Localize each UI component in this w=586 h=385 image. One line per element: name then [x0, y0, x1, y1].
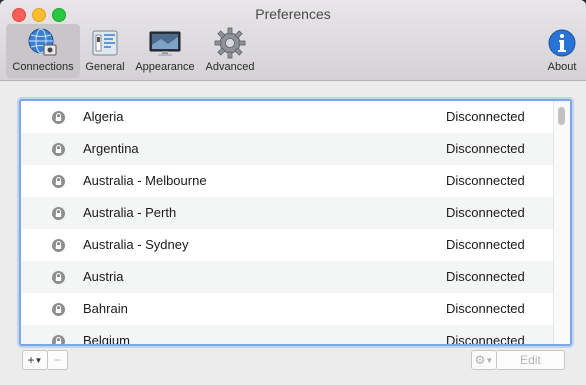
remove-label: −	[53, 353, 61, 367]
connection-status: Disconnected	[446, 109, 525, 124]
connections-list[interactable]: Algeria Disconnected Argentina Disconnec…	[19, 99, 572, 346]
lock-icon	[52, 143, 65, 156]
lock-icon	[52, 239, 65, 252]
list-item[interactable]: Argentina Disconnected	[21, 133, 570, 165]
lock-icon	[52, 335, 65, 344]
gear-icon: ⚙	[474, 353, 486, 367]
lock-icon	[52, 175, 65, 188]
titlebar: Preferences Connections General Appearan…	[0, 0, 586, 81]
toolbar-general[interactable]: General	[82, 24, 128, 78]
country-name: Australia - Melbourne	[83, 173, 207, 188]
country-name: Argentina	[83, 141, 139, 156]
country-name: Austria	[83, 269, 124, 284]
lock-icon	[52, 207, 65, 220]
add-label: +	[27, 353, 35, 367]
list-item[interactable]: Australia - Sydney Disconnected	[21, 229, 570, 261]
monitor-icon	[149, 27, 181, 59]
connection-status: Disconnected	[446, 237, 525, 252]
country-name: Australia - Sydney	[83, 237, 189, 252]
connection-status: Disconnected	[446, 333, 525, 346]
action-menu-button[interactable]: ⚙▼	[471, 350, 497, 370]
list-item[interactable]: Algeria Disconnected	[21, 101, 570, 133]
globe-network-icon	[27, 27, 59, 59]
gear-icon	[214, 27, 246, 59]
lock-icon	[52, 111, 65, 124]
vertical-scrollbar[interactable]	[553, 101, 570, 344]
add-connection-button[interactable]: +▼	[22, 350, 48, 370]
toolbar-advanced[interactable]: Advanced	[202, 24, 258, 78]
country-name: Bahrain	[83, 301, 128, 316]
list-item[interactable]: Austria Disconnected	[21, 261, 570, 293]
chevron-down-icon: ▼	[34, 356, 43, 365]
toolbar-general-label: General	[85, 61, 125, 73]
country-name: Belgium	[83, 333, 130, 346]
connection-status: Disconnected	[446, 269, 525, 284]
list-item[interactable]: Bahrain Disconnected	[21, 293, 570, 325]
connection-status: Disconnected	[446, 301, 525, 316]
list-item[interactable]: Australia - Perth Disconnected	[21, 197, 570, 229]
toolbar-connections-label: Connections	[12, 61, 74, 73]
switch-panel-icon	[89, 27, 121, 59]
connection-status: Disconnected	[446, 173, 525, 188]
toolbar-about-label: About	[547, 61, 577, 73]
info-icon	[546, 27, 578, 59]
country-name: Australia - Perth	[83, 205, 177, 220]
toolbar-appearance-label: Appearance	[135, 61, 195, 73]
connection-status: Disconnected	[446, 205, 525, 220]
lock-icon	[52, 271, 65, 284]
window-title: Preferences	[255, 6, 331, 22]
toolbar-appearance[interactable]: Appearance	[130, 24, 200, 78]
remove-connection-button[interactable]: −	[48, 350, 68, 370]
toolbar-about[interactable]: About	[542, 24, 582, 78]
toolbar-advanced-label: Advanced	[205, 61, 255, 73]
list-item[interactable]: Australia - Melbourne Disconnected	[21, 165, 570, 197]
scrollbar-thumb[interactable]	[558, 107, 565, 125]
toolbar-connections[interactable]: Connections	[6, 24, 80, 78]
lock-icon	[52, 303, 65, 316]
list-item[interactable]: Belgium Disconnected	[21, 325, 570, 346]
chevron-down-icon: ▼	[485, 356, 494, 365]
connection-status: Disconnected	[446, 141, 525, 156]
country-name: Algeria	[83, 109, 124, 124]
preferences-window: Preferences Connections General Appearan…	[0, 0, 586, 385]
edit-button[interactable]: Edit	[497, 350, 565, 370]
